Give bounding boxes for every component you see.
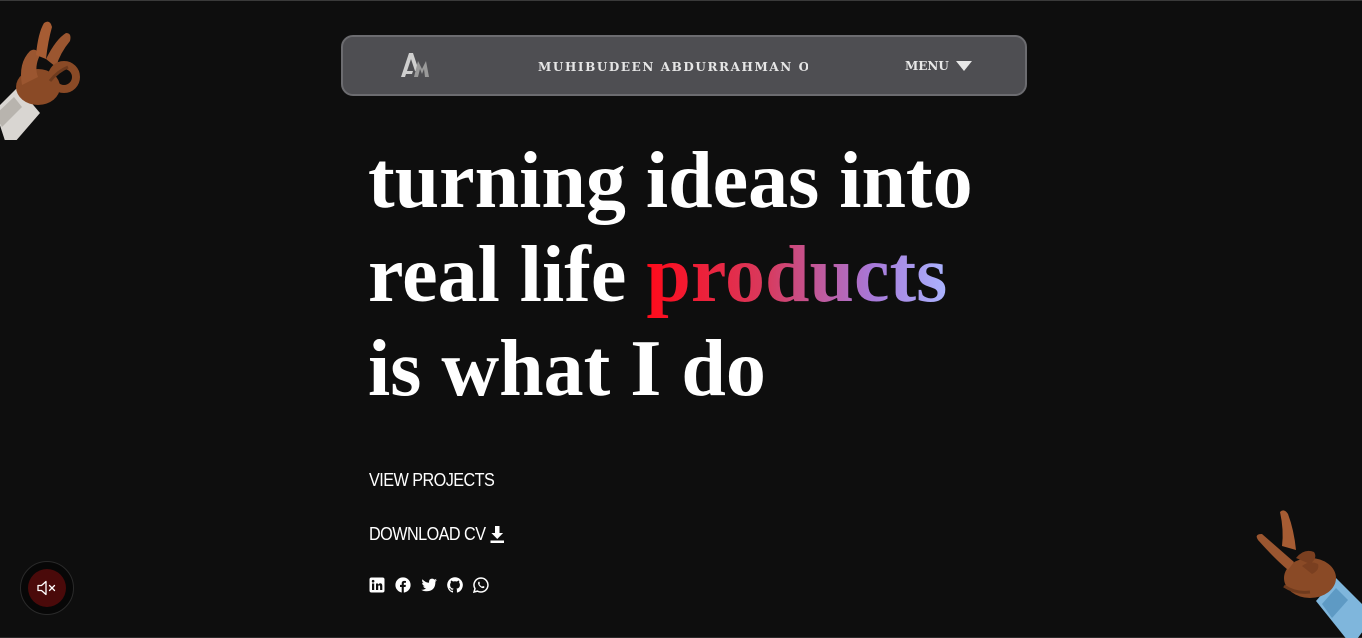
headline-accent-word: products xyxy=(646,231,948,319)
headline-line-2: real life products xyxy=(368,228,1068,322)
logo-icon[interactable] xyxy=(399,49,431,81)
menu-label: MENU xyxy=(905,59,949,73)
download-icon xyxy=(490,526,505,543)
site-owner-name: MUHIBUDEEN ABDURRAHMAN ORIOLA xyxy=(538,60,808,74)
menu-button[interactable]: MENU xyxy=(905,55,972,77)
headline-line-3: is what I do xyxy=(368,325,766,413)
linkedin-icon[interactable] xyxy=(369,577,385,593)
download-cv-link[interactable]: DOWNLOAD CV xyxy=(369,524,505,545)
speaker-muted-icon xyxy=(37,580,56,596)
page: MUHIBUDEEN ABDURRAHMAN ORIOLA MENU turni… xyxy=(0,1,1362,638)
rock-hand-illustration xyxy=(1256,510,1362,638)
download-cv-label: DOWNLOAD CV xyxy=(369,524,486,544)
sound-toggle-inner xyxy=(28,569,66,607)
hero-headline: turning ideas into real life products is… xyxy=(368,134,1068,416)
headline-line-1: turning ideas into xyxy=(368,137,973,225)
twitter-icon[interactable] xyxy=(421,577,437,593)
whatsapp-icon[interactable] xyxy=(473,577,489,593)
facebook-icon[interactable] xyxy=(395,577,411,593)
view-projects-link[interactable]: VIEW PROJECTS xyxy=(369,470,495,491)
caret-down-icon xyxy=(955,61,972,71)
social-links xyxy=(369,577,489,593)
view-projects-label: VIEW PROJECTS xyxy=(369,470,495,490)
github-icon[interactable] xyxy=(447,577,463,593)
top-navbar: MUHIBUDEEN ABDURRAHMAN ORIOLA MENU xyxy=(341,35,1027,96)
headline-line-2-prefix: real life xyxy=(368,231,647,319)
sound-toggle-button[interactable] xyxy=(20,561,74,615)
ok-hand-illustration xyxy=(0,21,80,140)
